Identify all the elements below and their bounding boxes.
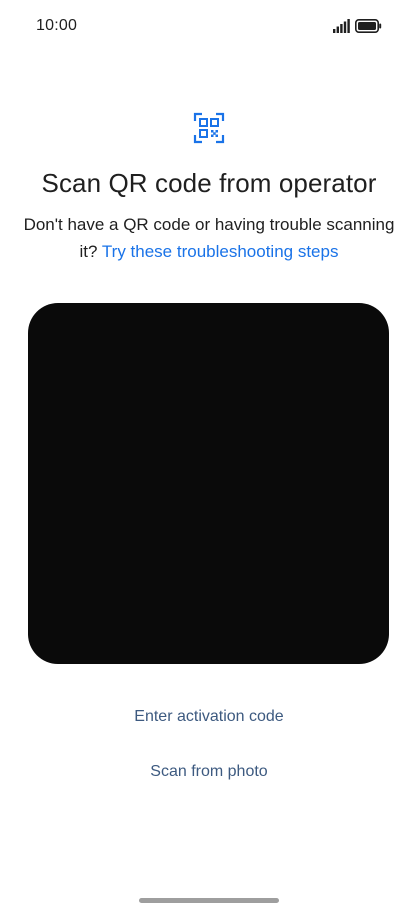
qr-scan-screen: 10:00 Scan QR code from operator Don't h… (0, 0, 418, 914)
home-indicator[interactable] (139, 898, 279, 903)
enter-activation-code-button[interactable]: Enter activation code (0, 708, 418, 726)
status-time: 10:00 (36, 17, 78, 34)
battery-icon (355, 19, 382, 33)
page-title: Scan QR code from operator (41, 168, 377, 198)
status-bar: 10:00 (0, 0, 418, 56)
camera-viewfinder (28, 303, 389, 664)
status-icons (333, 19, 382, 33)
scan-from-photo-button[interactable]: Scan from photo (0, 763, 418, 781)
page-description: Don't have a QR code or having trouble s… (20, 211, 398, 265)
qr-code-icon (193, 112, 225, 144)
troubleshooting-link[interactable]: Try these troubleshooting steps (102, 242, 339, 261)
signal-icon (333, 19, 350, 33)
